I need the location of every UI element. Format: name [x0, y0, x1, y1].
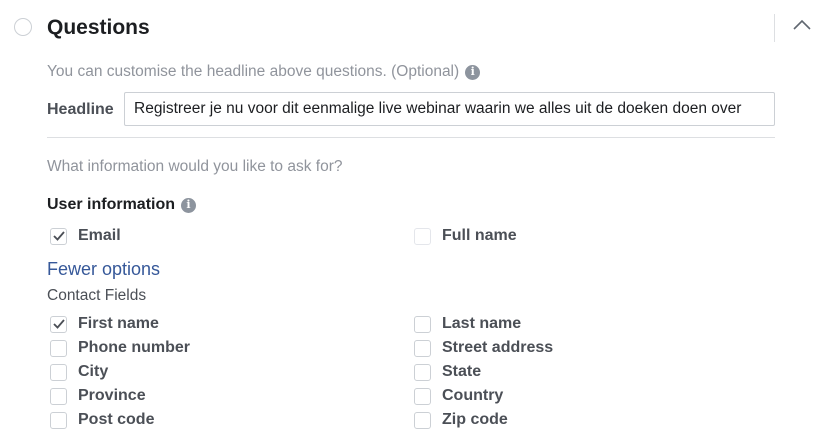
city-option[interactable]: City: [50, 361, 108, 383]
city-checkbox[interactable]: [50, 363, 67, 381]
first-name-option[interactable]: First name: [50, 313, 159, 335]
first-name-checkbox[interactable]: [50, 315, 67, 333]
header-divider: [774, 14, 775, 42]
check-icon: [52, 231, 65, 241]
country-checkbox[interactable]: [414, 387, 431, 405]
state-checkbox[interactable]: [414, 363, 431, 381]
last-name-option[interactable]: Last name: [414, 313, 521, 335]
zip-code-checkbox[interactable]: [414, 411, 431, 429]
check-icon: [52, 319, 65, 329]
email-checkbox[interactable]: [50, 227, 67, 245]
street-address-label: Street address: [442, 339, 554, 356]
headline-label: Headline: [47, 101, 114, 118]
full-name-checkbox[interactable]: [414, 227, 431, 245]
headline-input[interactable]: [124, 92, 775, 126]
country-option[interactable]: Country: [414, 385, 503, 407]
state-label: State: [442, 363, 482, 380]
contact-fields-title: Contact Fields: [47, 287, 147, 304]
zip-code-option[interactable]: Zip code: [414, 409, 508, 431]
province-option[interactable]: Province: [50, 385, 146, 407]
phone-number-checkbox[interactable]: [50, 339, 67, 357]
last-name-checkbox[interactable]: [414, 315, 431, 333]
phone-number-label: Phone number: [78, 339, 191, 356]
city-label: City: [78, 363, 109, 380]
state-option[interactable]: State: [414, 361, 481, 383]
province-label: Province: [78, 387, 146, 404]
phone-number-option[interactable]: Phone number: [50, 337, 190, 359]
post-code-checkbox[interactable]: [50, 411, 67, 429]
email-label: Email: [78, 227, 121, 244]
province-checkbox[interactable]: [50, 387, 67, 405]
section-title: Questions: [47, 16, 150, 39]
question-prompt: What information would you like to ask f…: [47, 158, 343, 175]
headline-hint: You can customise the headline above que…: [47, 62, 481, 82]
fewer-options-link[interactable]: Fewer options: [47, 257, 160, 281]
country-label: Country: [442, 387, 504, 404]
full-name-label: Full name: [442, 227, 517, 244]
info-icon[interactable]: i: [465, 64, 481, 80]
headline-hint-text: You can customise the headline above que…: [47, 63, 460, 80]
user-information-label: User information: [47, 196, 176, 213]
last-name-label: Last name: [442, 315, 522, 332]
email-option[interactable]: Email: [50, 225, 121, 247]
street-address-checkbox[interactable]: [414, 339, 431, 357]
info-icon[interactable]: i: [181, 197, 197, 213]
full-name-option[interactable]: Full name: [414, 225, 517, 247]
collapse-button[interactable]: [789, 14, 815, 36]
post-code-option[interactable]: Post code: [50, 409, 154, 431]
first-name-label: First name: [78, 315, 159, 332]
zip-code-label: Zip code: [442, 411, 508, 428]
section-divider: [47, 137, 775, 138]
chevron-up-icon: [793, 19, 811, 30]
user-information-title: User information i: [47, 195, 197, 215]
street-address-option[interactable]: Street address: [414, 337, 553, 359]
post-code-label: Post code: [78, 411, 155, 428]
section-radio-button[interactable]: [14, 18, 32, 36]
